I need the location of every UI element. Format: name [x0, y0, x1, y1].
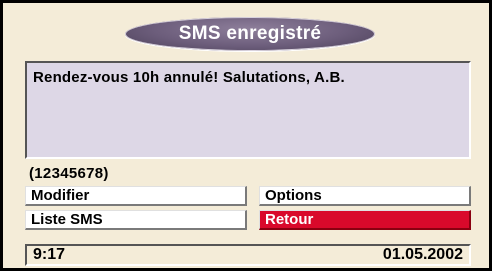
message-display: Rendez-vous 10h annulé! Salutations, A.B… [25, 61, 471, 159]
options-button[interactable]: Options [259, 186, 471, 206]
sender-number: (12345678) [29, 165, 109, 182]
message-text: Rendez-vous 10h annulé! Salutations, A.B… [33, 69, 345, 86]
liste-sms-button[interactable]: Liste SMS [25, 210, 247, 230]
retour-button[interactable]: Retour [259, 210, 471, 230]
status-date: 01.05.2002 [382, 246, 463, 263]
page-title: SMS enregistré [178, 23, 322, 44]
status-bar: 9:17 01.05.2002 [25, 244, 471, 266]
screen-frame: SMS enregistré Rendez-vous 10h annulé! S… [0, 0, 492, 271]
title-banner: SMS enregistré [125, 17, 375, 51]
status-time: 9:17 [33, 246, 66, 263]
sms-screen: SMS enregistré Rendez-vous 10h annulé! S… [0, 0, 492, 271]
modifier-button[interactable]: Modifier [25, 186, 247, 206]
